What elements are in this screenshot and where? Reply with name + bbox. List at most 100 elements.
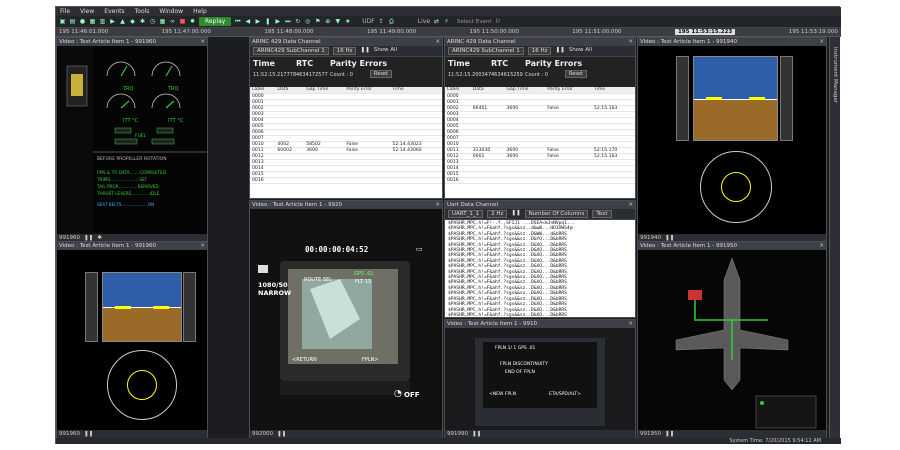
pane-footer: 991960 ❚❚ — [57, 430, 207, 438]
link-icon[interactable]: ∞ — [169, 18, 176, 25]
sync-icon[interactable]: ⇄ — [433, 18, 440, 25]
pane-title[interactable]: ARINC 429 Data Channel ✕ — [250, 38, 442, 46]
pause-icon[interactable]: ❚❚ — [472, 430, 481, 438]
pane-title[interactable]: Video : Test Article Item 1 - 9910 ✕ — [445, 320, 635, 328]
play-icon[interactable]: ▶ — [254, 18, 261, 25]
table-row[interactable]: 0016 — [445, 177, 635, 184]
show-all-select[interactable]: Show All — [569, 47, 592, 55]
record-icon[interactable]: ● — [79, 18, 86, 25]
arinc-toolbar: ARINC429 SubChannel 1 16 Hz ❚❚ Show All — [445, 46, 635, 57]
menu-tools[interactable]: Tools — [135, 8, 150, 15]
uart-rate-select[interactable]: 2 Hz — [487, 210, 508, 218]
video-icon[interactable]: ▶ — [109, 18, 116, 25]
close-icon[interactable]: ✕ — [628, 201, 635, 209]
replay-button[interactable]: Replay — [199, 17, 232, 26]
table-row[interactable]: 0016 — [250, 177, 442, 184]
skip-back-icon[interactable]: ⏮ — [234, 18, 241, 25]
rtc-value: 4634172577 — [296, 72, 328, 78]
pane-title[interactable]: Video : Test Article Item 1 - 9920 ✕ — [250, 201, 442, 209]
main-window: File View Events Tools Window Help ▣ ▤ ●… — [55, 6, 841, 444]
menu-view[interactable]: View — [80, 8, 94, 15]
rate-select[interactable]: 16 Hz — [527, 47, 552, 55]
folder-icon[interactable]: ▣ — [59, 18, 66, 25]
close-icon[interactable]: ✕ — [819, 242, 826, 250]
loop-icon[interactable]: ↻ — [294, 18, 301, 25]
zoom-icon[interactable]: ⊕ — [324, 18, 331, 25]
attitude-indicator — [693, 56, 778, 141]
pane-title[interactable]: Video : Test Article Item 1 - 991960 ✕ — [57, 242, 207, 250]
pane-title[interactable]: Video : Test Article Item 1 - 991950 ✕ — [638, 242, 826, 250]
export-icon[interactable]: ⇪ — [378, 18, 385, 25]
pane-title[interactable]: Uart Data Channel ✕ — [445, 201, 635, 209]
close-icon[interactable]: ✕ — [435, 38, 442, 46]
skip-forward-icon[interactable]: ⏭ — [284, 18, 291, 25]
fast-forward-icon[interactable]: ▶ — [274, 18, 281, 25]
pause-icon[interactable]: ❚❚ — [84, 430, 93, 438]
pane-footer: 991990 ❚❚ — [445, 430, 635, 438]
return-text: <RETURN — [292, 357, 317, 363]
print-icon[interactable]: ⎙ — [388, 18, 395, 25]
timeline-ruler[interactable]: 195 11:46:01.000 195 11:47:00.000 195 11… — [56, 28, 841, 37]
pause-icon[interactable]: ❚❚ — [555, 47, 564, 55]
event-icon[interactable]: ⚡ — [443, 18, 450, 25]
settings-icon[interactable]: ✱ — [139, 18, 146, 25]
close-icon[interactable]: ✕ — [819, 38, 826, 46]
flt-text: FLT 13 — [355, 279, 371, 285]
filter-icon[interactable]: ▼ — [334, 18, 341, 25]
udf-label[interactable]: UDF — [362, 18, 374, 25]
pane-title[interactable]: ARINC 429 Data Channel ✕ — [445, 38, 635, 46]
close-icon[interactable]: ✕ — [200, 38, 207, 46]
save-icon[interactable]: ▤ — [69, 18, 76, 25]
close-icon[interactable]: ✕ — [435, 201, 442, 209]
channel-select[interactable]: ARINC429 SubChannel 1 — [448, 47, 524, 55]
uart-text-log[interactable]: $PASHR,MPC,h!=F!-.f.,SFIJ1 ...DSEA<mJnNV… — [445, 220, 635, 317]
pause-icon[interactable]: ❚❚ — [511, 210, 520, 218]
channel-select[interactable]: ARINC429 SubChannel 1 — [253, 47, 329, 55]
flag-icon[interactable]: ⚐ — [495, 18, 502, 25]
grid-icon[interactable]: ▥ — [99, 18, 106, 25]
select-event-dropdown[interactable]: Select Event — [457, 19, 491, 25]
stop-icon[interactable]: ■ — [179, 18, 186, 25]
pane-title[interactable]: Video : Test Article Item 1 - 991940 ✕ — [638, 38, 826, 46]
pane-title-text: Video : Test Article Item 1 - 991950 — [640, 243, 737, 249]
reset-button[interactable]: Reset — [370, 70, 392, 78]
chart-icon[interactable]: ▲ — [119, 18, 126, 25]
menu-window[interactable]: Window — [159, 8, 183, 15]
rate-select[interactable]: 16 Hz — [332, 47, 357, 55]
close-icon[interactable]: ✕ — [628, 320, 635, 328]
gear-icon[interactable]: ✹ — [189, 18, 196, 25]
map-icon[interactable]: ◆ — [129, 18, 136, 25]
live-label[interactable]: Live — [418, 18, 430, 25]
format-select[interactable]: Text — [592, 210, 612, 218]
menu-file[interactable]: File — [60, 8, 70, 15]
snapshot-icon[interactable]: ◎ — [304, 18, 311, 25]
menu-help[interactable]: Help — [193, 8, 207, 15]
rewind-icon[interactable]: ◀ — [244, 18, 251, 25]
pause-icon[interactable]: ❚❚ — [277, 430, 286, 438]
pause-icon[interactable]: ❚ — [264, 18, 271, 25]
uart-toolbar: UART_1_1 2 Hz ❚❚ Number Of Columns Text — [445, 209, 635, 220]
airspeed-tape — [676, 56, 689, 141]
pause-icon[interactable]: ❚❚ — [665, 430, 674, 438]
table-row[interactable]: 0011 60002 3600 False 52:14.43060 — [250, 147, 442, 154]
instrument-manager-tab[interactable]: Instrument Manager — [829, 37, 840, 439]
end-of-fpln: END OF FPLN — [505, 370, 535, 375]
close-icon[interactable]: ✕ — [628, 38, 635, 46]
close-icon[interactable]: ✕ — [200, 242, 207, 250]
uart-channel-select[interactable]: UART_1_1 — [448, 210, 484, 218]
timeline-cursor[interactable]: 195 11:53:15.223 — [674, 29, 736, 35]
bookmark-icon[interactable]: ★ — [344, 18, 351, 25]
marker-icon[interactable]: ⚑ — [314, 18, 321, 25]
eta-spd-alt: ETA/SPD/ALT> — [549, 392, 581, 397]
pause-icon[interactable]: ❚❚ — [360, 47, 369, 55]
pane-title[interactable]: Video : Test Article Item 1 - 991960 ✕ — [57, 38, 207, 46]
show-all-select[interactable]: Show All — [374, 47, 397, 55]
table-icon[interactable]: ▦ — [159, 18, 166, 25]
columns-select[interactable]: Number Of Columns — [524, 210, 589, 218]
video-mode: 1080/50 NARROW — [258, 281, 292, 297]
reset-button[interactable]: Reset — [565, 70, 587, 78]
menu-events[interactable]: Events — [104, 8, 124, 15]
clock-icon[interactable]: ◷ — [149, 18, 156, 25]
layout-icon[interactable]: ▦ — [89, 18, 96, 25]
table-row[interactable]: 0010 4002 58502 False 52:14.43023 — [250, 141, 442, 148]
